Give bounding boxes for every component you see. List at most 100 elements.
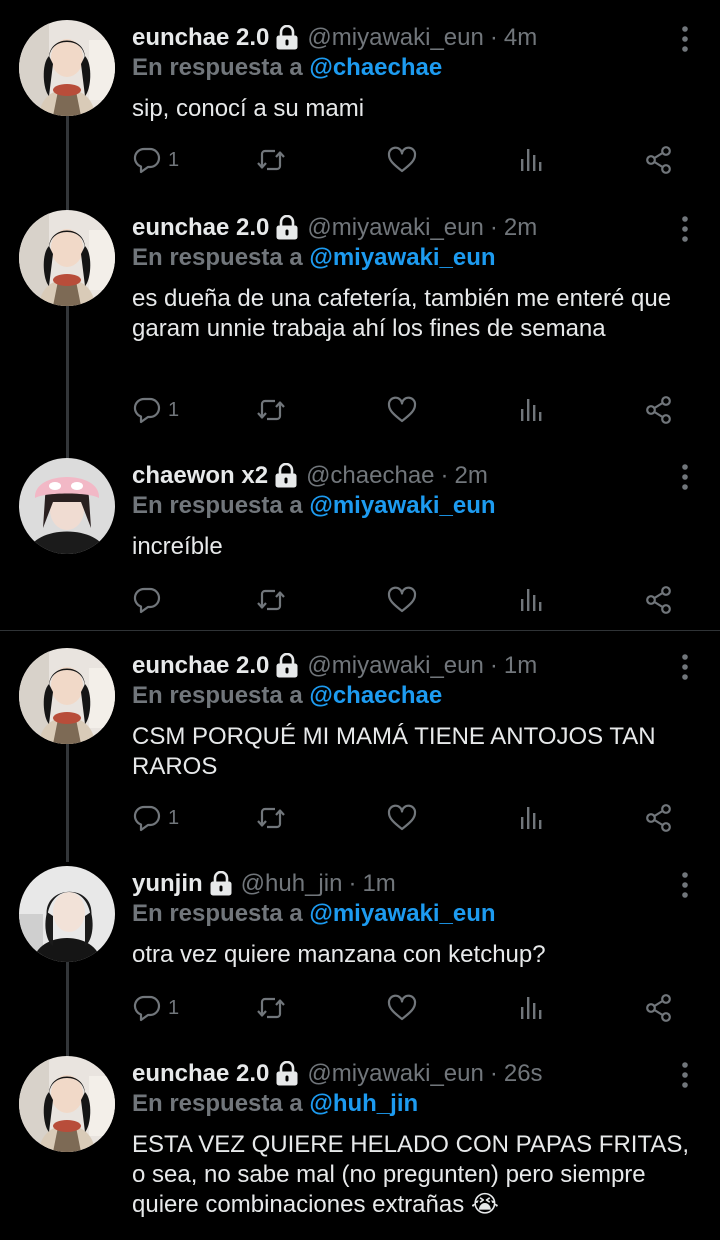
heart-icon bbox=[387, 395, 417, 425]
heart-icon bbox=[387, 993, 417, 1023]
tweet[interactable]: eunchae 2.0 @miyawaki_eun · 26s En respu… bbox=[0, 1056, 720, 1240]
share-button[interactable] bbox=[644, 800, 674, 836]
reply-prefix: En respuesta a bbox=[132, 492, 303, 519]
views-button[interactable] bbox=[517, 800, 547, 836]
retweet-button[interactable] bbox=[256, 990, 286, 1026]
tweet-actions: 1 bbox=[132, 800, 692, 836]
views-icon bbox=[517, 395, 547, 425]
views-button[interactable] bbox=[517, 990, 547, 1026]
share-icon bbox=[644, 993, 674, 1023]
views-button[interactable] bbox=[517, 582, 547, 618]
tweet[interactable]: eunchae 2.0 @miyawaki_eun · 4m En respue… bbox=[0, 20, 720, 222]
share-button[interactable] bbox=[644, 142, 674, 178]
retweet-button[interactable] bbox=[256, 392, 286, 428]
thread-line bbox=[66, 306, 69, 460]
like-button[interactable] bbox=[387, 800, 417, 836]
retweet-button[interactable] bbox=[256, 582, 286, 618]
timestamp[interactable]: 26s bbox=[504, 1060, 543, 1088]
reply-icon bbox=[132, 585, 162, 615]
tweet[interactable]: eunchae 2.0 @miyawaki_eun · 1m En respue… bbox=[0, 648, 720, 862]
handle[interactable]: @chaechae bbox=[306, 462, 434, 490]
handle[interactable]: @miyawaki_eun bbox=[307, 24, 483, 52]
tweet[interactable]: eunchae 2.0 @miyawaki_eun · 2m En respue… bbox=[0, 210, 720, 460]
like-button[interactable] bbox=[387, 392, 417, 428]
lock-icon bbox=[275, 1061, 299, 1087]
tweet-actions: 1 bbox=[132, 990, 692, 1026]
like-button[interactable] bbox=[387, 990, 417, 1026]
avatar[interactable] bbox=[19, 458, 115, 554]
avatar[interactable] bbox=[19, 648, 115, 744]
reply-icon bbox=[132, 145, 162, 175]
reply-button[interactable]: 1 bbox=[132, 990, 179, 1026]
more-vertical-icon[interactable] bbox=[680, 652, 690, 682]
tweet-header: yunjin @huh_jin · 1m bbox=[132, 866, 396, 902]
tweet[interactable]: yunjin @huh_jin · 1m En respuesta a @miy… bbox=[0, 866, 720, 1058]
more-vertical-icon[interactable] bbox=[680, 870, 690, 900]
views-icon bbox=[517, 993, 547, 1023]
timestamp[interactable]: 2m bbox=[504, 214, 537, 242]
thread-line bbox=[66, 116, 69, 222]
reply-mention[interactable]: @miyawaki_eun bbox=[309, 244, 495, 271]
display-name[interactable]: eunchae 2.0 bbox=[132, 652, 269, 680]
reply-mention[interactable]: @chaechae bbox=[309, 682, 442, 709]
reply-icon bbox=[132, 993, 162, 1023]
handle[interactable]: @miyawaki_eun bbox=[307, 652, 483, 680]
retweet-icon bbox=[256, 803, 286, 833]
avatar[interactable] bbox=[19, 866, 115, 962]
heart-icon bbox=[387, 585, 417, 615]
separator: · bbox=[440, 462, 449, 489]
handle[interactable]: @miyawaki_eun bbox=[307, 214, 483, 242]
timestamp[interactable]: 1m bbox=[362, 870, 395, 898]
heart-icon bbox=[387, 803, 417, 833]
more-vertical-icon[interactable] bbox=[680, 1060, 690, 1090]
lock-icon bbox=[274, 463, 298, 489]
more-vertical-icon[interactable] bbox=[680, 214, 690, 244]
views-icon bbox=[517, 585, 547, 615]
more-vertical-icon[interactable] bbox=[680, 24, 690, 54]
retweet-button[interactable] bbox=[256, 142, 286, 178]
more-vertical-icon[interactable] bbox=[680, 462, 690, 492]
separator: · bbox=[489, 652, 498, 679]
like-button[interactable] bbox=[387, 582, 417, 618]
timestamp[interactable]: 1m bbox=[504, 652, 537, 680]
reply-button[interactable]: 1 bbox=[132, 142, 179, 178]
handle[interactable]: @huh_jin bbox=[241, 870, 343, 898]
reply-button[interactable]: 1 bbox=[132, 800, 179, 836]
tweet-header: eunchae 2.0 @miyawaki_eun · 4m bbox=[132, 20, 537, 56]
reply-count: 1 bbox=[168, 996, 180, 1019]
reply-mention[interactable]: @miyawaki_eun bbox=[309, 900, 495, 927]
reply-button[interactable] bbox=[132, 582, 168, 618]
reply-prefix: En respuesta a bbox=[132, 682, 303, 709]
reply-mention[interactable]: @huh_jin bbox=[309, 1090, 418, 1117]
avatar[interactable] bbox=[19, 1056, 115, 1152]
separator: · bbox=[489, 214, 498, 241]
share-button[interactable] bbox=[644, 392, 674, 428]
reply-count: 1 bbox=[168, 806, 180, 829]
timestamp[interactable]: 2m bbox=[455, 462, 488, 490]
display-name[interactable]: eunchae 2.0 bbox=[132, 1060, 269, 1088]
avatar[interactable] bbox=[19, 210, 115, 306]
reply-context: En respuesta a @chaechae bbox=[132, 682, 442, 710]
retweet-button[interactable] bbox=[256, 800, 286, 836]
share-button[interactable] bbox=[644, 582, 674, 618]
reply-context: En respuesta a @miyawaki_eun bbox=[132, 900, 496, 928]
display-name[interactable]: yunjin bbox=[132, 870, 203, 898]
thread-line bbox=[66, 744, 69, 862]
display-name[interactable]: eunchae 2.0 bbox=[132, 24, 269, 52]
timestamp[interactable]: 4m bbox=[504, 24, 537, 52]
lock-icon bbox=[275, 653, 299, 679]
thread-line bbox=[66, 962, 69, 1058]
tweet[interactable]: chaewon x2 @chaechae · 2m En respuesta a… bbox=[0, 458, 720, 628]
like-button[interactable] bbox=[387, 142, 417, 178]
avatar[interactable] bbox=[19, 20, 115, 116]
share-button[interactable] bbox=[644, 990, 674, 1026]
reply-button[interactable]: 1 bbox=[132, 392, 179, 428]
display-name[interactable]: chaewon x2 bbox=[132, 462, 268, 490]
reply-context: En respuesta a @huh_jin bbox=[132, 1090, 418, 1118]
views-button[interactable] bbox=[517, 392, 547, 428]
handle[interactable]: @miyawaki_eun bbox=[307, 1060, 483, 1088]
reply-mention[interactable]: @chaechae bbox=[309, 54, 442, 81]
views-button[interactable] bbox=[517, 142, 547, 178]
reply-mention[interactable]: @miyawaki_eun bbox=[309, 492, 495, 519]
display-name[interactable]: eunchae 2.0 bbox=[132, 214, 269, 242]
